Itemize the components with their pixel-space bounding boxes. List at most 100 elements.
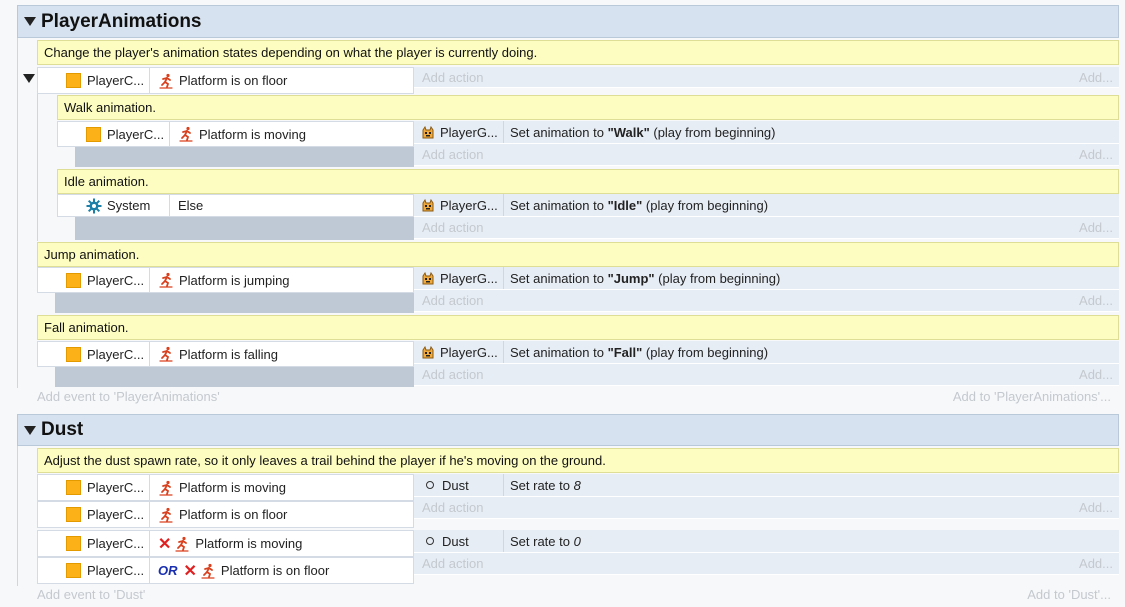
- dust-off-condition-row-1[interactable]: PlayerC... ✕ Platform is moving: [37, 530, 414, 557]
- add-action-row[interactable]: Add action Add...: [414, 67, 1119, 88]
- add-action-link[interactable]: Add action: [414, 220, 483, 235]
- condition[interactable]: Else: [170, 198, 203, 213]
- add-to-group-link[interactable]: Add to 'Dust'...: [1027, 587, 1111, 602]
- condition[interactable]: OR ✕ Platform is on floor: [150, 561, 329, 581]
- condition-object[interactable]: PlayerC...: [38, 502, 150, 527]
- add-more-link[interactable]: Add...: [1079, 556, 1113, 571]
- comment-text: Adjust the dust spawn rate, so it only l…: [44, 453, 606, 468]
- add-action-row[interactable]: Add action Add...: [414, 144, 1119, 166]
- add-event-to-group-link[interactable]: Add event to 'Dust': [37, 587, 145, 602]
- particles-dot-icon: [426, 537, 434, 545]
- action-text[interactable]: Set animation to "Fall" (play from begin…: [504, 345, 768, 360]
- action-row[interactable]: PlayerG... Set animation to "Fall" (play…: [414, 341, 1119, 364]
- group-comment[interactable]: Adjust the dust spawn rate, so it only l…: [37, 448, 1119, 473]
- condition[interactable]: Platform is on floor: [150, 507, 287, 523]
- add-action-row[interactable]: Add action Add...: [414, 553, 1119, 575]
- condition-object[interactable]: PlayerC...: [38, 558, 150, 583]
- add-more-link[interactable]: Add...: [1079, 147, 1113, 162]
- group-comment[interactable]: Change the player's animation states dep…: [37, 40, 1119, 65]
- add-to-group-link[interactable]: Add to 'PlayerAnimations'...: [953, 389, 1111, 404]
- condition[interactable]: ✕ Platform is moving: [150, 534, 302, 554]
- collapse-triangle-icon[interactable]: [24, 425, 36, 435]
- condition-object[interactable]: PlayerC...: [58, 122, 170, 146]
- expand-event-triangle-icon[interactable]: [20, 69, 38, 87]
- object-name: PlayerC...: [87, 73, 145, 88]
- add-more-link[interactable]: Add...: [1079, 293, 1113, 308]
- condition[interactable]: Platform is moving: [170, 126, 306, 142]
- dust-off-condition-row-2[interactable]: PlayerC... OR ✕ Platform is on floor: [37, 557, 414, 584]
- action-row[interactable]: PlayerG... Set animation to "Idle" (play…: [414, 194, 1119, 217]
- animation-name: "Walk": [607, 124, 650, 140]
- action-object[interactable]: Dust: [414, 474, 504, 496]
- condition-empty-area[interactable]: [75, 147, 414, 167]
- add-action-row[interactable]: Add action Add...: [414, 217, 1119, 239]
- walk-condition-row[interactable]: PlayerC... Platform is moving: [57, 121, 414, 147]
- running-man-icon: [174, 536, 190, 552]
- jump-condition-row[interactable]: PlayerC... Platform is jumping: [37, 267, 414, 293]
- orange-square-icon: [66, 346, 81, 362]
- object-name: PlayerG...: [440, 197, 498, 213]
- action-text[interactable]: Set rate to 8: [504, 478, 581, 493]
- condition[interactable]: Platform is jumping: [150, 272, 290, 288]
- condition-object[interactable]: PlayerC...: [38, 342, 150, 366]
- running-man-icon: [158, 480, 174, 496]
- add-action-link[interactable]: Add action: [414, 293, 483, 308]
- add-more-link[interactable]: Add...: [1079, 500, 1113, 515]
- action-object[interactable]: PlayerG...: [414, 267, 504, 289]
- add-action-link[interactable]: Add action: [414, 147, 483, 162]
- action-suffix: (play from beginning): [642, 344, 769, 360]
- collapse-triangle-icon[interactable]: [24, 17, 36, 26]
- add-action-link[interactable]: Add action: [414, 500, 483, 515]
- action-object[interactable]: PlayerG...: [414, 121, 504, 143]
- add-action-row[interactable]: Add action Add...: [414, 497, 1119, 519]
- add-event-to-group-link[interactable]: Add event to 'PlayerAnimations': [37, 389, 220, 404]
- add-action-link[interactable]: Add action: [414, 556, 483, 571]
- object-name: Dust: [442, 477, 469, 493]
- action-text[interactable]: Set rate to 0: [504, 534, 581, 549]
- action-row[interactable]: Dust Set rate to 8: [414, 474, 1119, 497]
- add-action-row[interactable]: Add action Add...: [414, 364, 1119, 386]
- idle-comment[interactable]: Idle animation.: [57, 169, 1119, 194]
- group-header-dust[interactable]: Dust: [17, 414, 1119, 446]
- condition-object[interactable]: PlayerC...: [38, 268, 150, 292]
- condition-object[interactable]: PlayerC...: [38, 531, 150, 556]
- action-row[interactable]: PlayerG... Set animation to "Jump" (play…: [414, 267, 1119, 290]
- event-condition-row[interactable]: PlayerC... Platform is on floor: [37, 67, 414, 94]
- orange-square-icon: [66, 536, 81, 551]
- add-more-link[interactable]: Add...: [1079, 220, 1113, 235]
- idle-condition-row[interactable]: System Else: [57, 194, 414, 217]
- x-mark-icon: ✕: [158, 535, 172, 553]
- condition[interactable]: Platform is falling: [150, 346, 278, 362]
- add-action-row[interactable]: Add action Add...: [414, 290, 1119, 312]
- condition-empty-area[interactable]: [75, 217, 414, 240]
- fall-comment[interactable]: Fall animation.: [37, 315, 1119, 340]
- comment-text: Jump animation.: [44, 247, 140, 262]
- action-row[interactable]: PlayerG... Set animation to "Walk" (play…: [414, 121, 1119, 144]
- condition[interactable]: Platform is on floor: [150, 73, 287, 89]
- action-row[interactable]: Dust Set rate to 0: [414, 530, 1119, 553]
- add-action-link[interactable]: Add action: [414, 367, 483, 382]
- action-object[interactable]: Dust: [414, 530, 504, 552]
- condition-object[interactable]: System: [58, 195, 170, 216]
- action-text[interactable]: Set animation to "Walk" (play from begin…: [504, 125, 775, 140]
- add-action-link[interactable]: Add action: [414, 70, 483, 85]
- condition-text: Platform is moving: [179, 480, 286, 495]
- condition-object[interactable]: PlayerC...: [38, 475, 150, 500]
- condition[interactable]: Platform is moving: [150, 480, 286, 496]
- dust-on-condition-row-2[interactable]: PlayerC... Platform is on floor: [37, 501, 414, 528]
- condition-empty-area[interactable]: [55, 367, 414, 387]
- condition-object[interactable]: PlayerC...: [38, 68, 150, 93]
- jump-comment[interactable]: Jump animation.: [37, 242, 1119, 267]
- add-more-link[interactable]: Add...: [1079, 367, 1113, 382]
- action-text[interactable]: Set animation to "Idle" (play from begin…: [504, 198, 768, 213]
- action-object[interactable]: PlayerG...: [414, 194, 504, 216]
- fall-condition-row[interactable]: PlayerC... Platform is falling: [37, 341, 414, 367]
- group-header-playeranimations[interactable]: PlayerAnimations: [17, 5, 1119, 38]
- action-object[interactable]: PlayerG...: [414, 341, 504, 363]
- action-text[interactable]: Set animation to "Jump" (play from begin…: [504, 271, 780, 286]
- walk-comment[interactable]: Walk animation.: [57, 95, 1119, 120]
- add-more-link[interactable]: Add...: [1079, 70, 1113, 85]
- action-prefix: Set animation to: [510, 197, 608, 213]
- condition-empty-area[interactable]: [55, 293, 414, 313]
- dust-on-condition-row-1[interactable]: PlayerC... Platform is moving: [37, 474, 414, 501]
